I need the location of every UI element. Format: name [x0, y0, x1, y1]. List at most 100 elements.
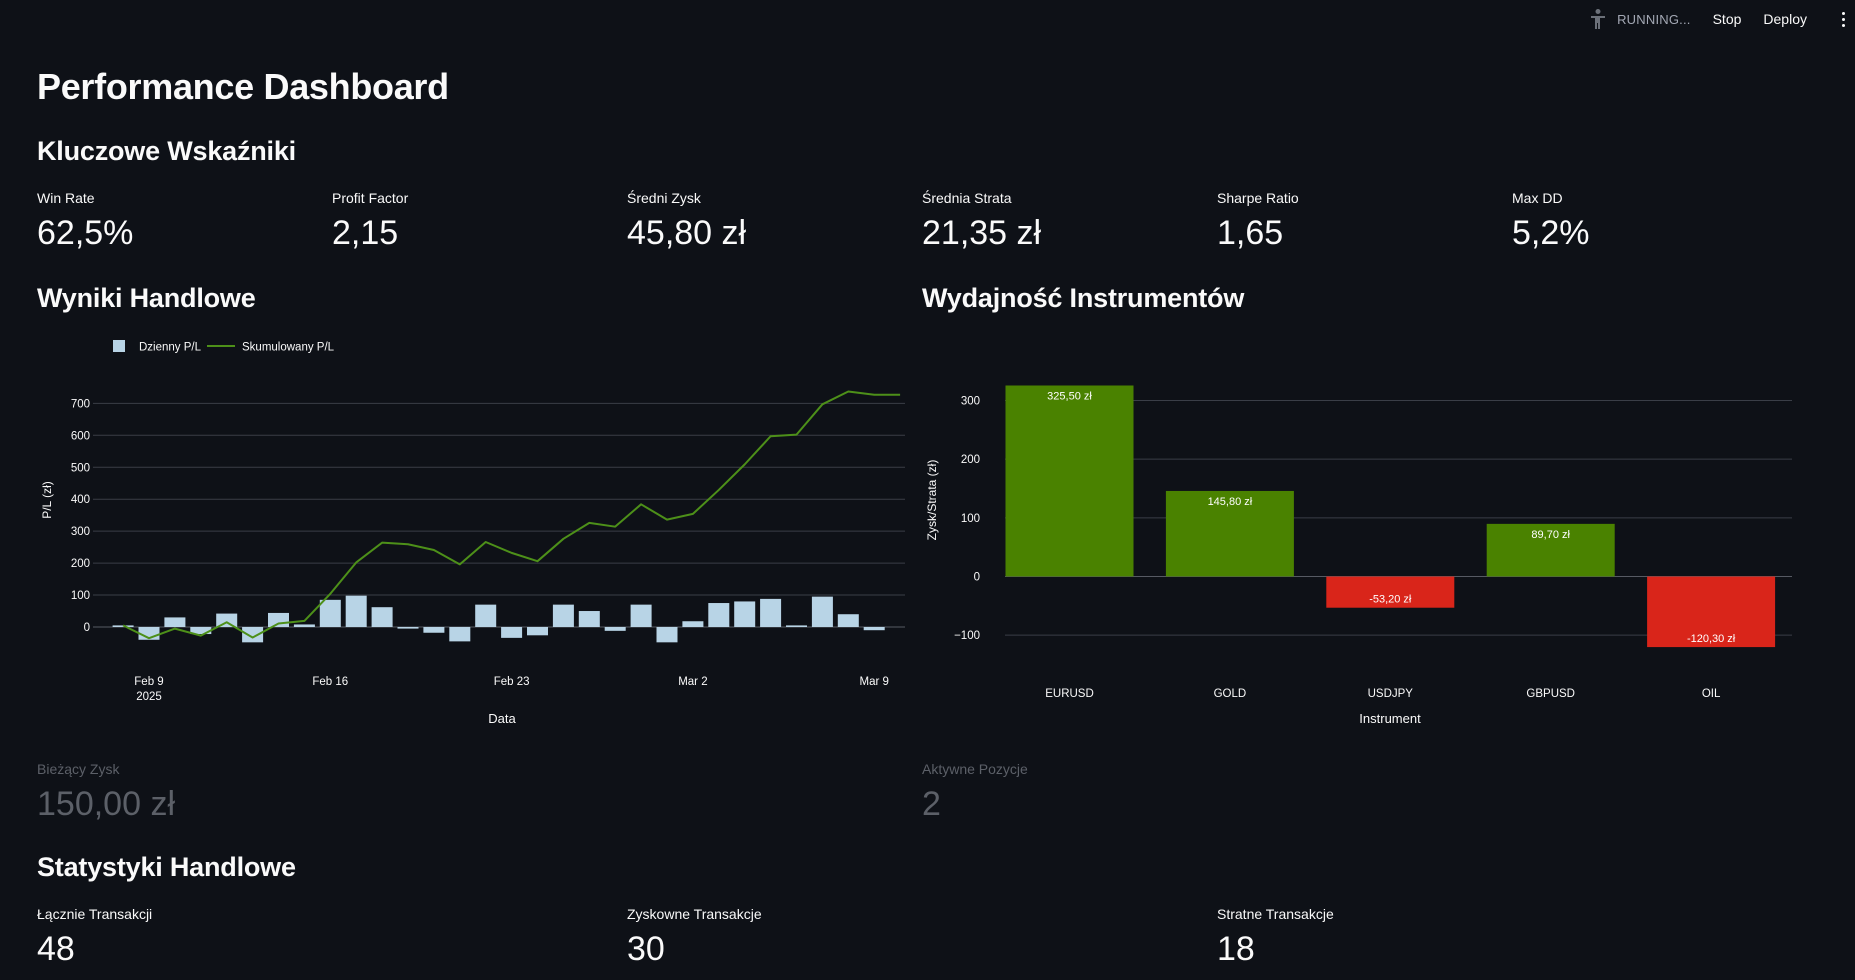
x-tick-label: GBPUSD: [1526, 688, 1575, 700]
x-tick-label: Feb 23: [494, 676, 530, 688]
metric-max-dd: Max DD 5,2%: [1512, 189, 1590, 254]
y-tick-label: 0: [84, 622, 90, 634]
running-man-icon: [1591, 9, 1606, 29]
metric-total-trades: Łącznie Transakcji 48: [37, 905, 152, 970]
y-tick-label: 100: [71, 590, 90, 602]
metric-label: Win Rate: [37, 190, 95, 206]
bar-value-label: -120,30 zł: [1687, 633, 1736, 645]
daily-pl-bar[interactable]: [423, 627, 445, 633]
metric-value: 2,15: [332, 214, 399, 252]
running-status-text: RUNNING...: [1617, 11, 1691, 27]
daily-pl-bar[interactable]: [630, 604, 652, 627]
x-tick-sublabel: 2025: [136, 691, 162, 703]
chart-legend[interactable]: Dzienny P/L Skumulowany P/L: [113, 340, 335, 354]
trading-results-heading: Wyniki Handlowe: [37, 283, 256, 313]
y-tick-label: 300: [961, 395, 980, 407]
x-tick-label: Mar 2: [678, 676, 707, 688]
daily-pl-bar[interactable]: [527, 627, 548, 636]
daily-pl-bar[interactable]: [656, 627, 678, 643]
x-tick-label: OIL: [1702, 688, 1721, 700]
metric-label: Średni Zysk: [627, 190, 701, 206]
metric-value: 2: [922, 785, 941, 823]
metric-label: Łącznie Transakcji: [37, 906, 153, 922]
metric-avg-profit: Średni Zysk 45,80 zł: [627, 189, 746, 254]
daily-pl-bar[interactable]: [552, 604, 574, 627]
daily-pl-bar[interactable]: [164, 617, 186, 627]
daily-pl-bar[interactable]: [397, 627, 419, 629]
daily-pl-bar[interactable]: [811, 596, 833, 627]
bar-value-label: -53,20 zł: [1369, 594, 1412, 606]
daily-pl-bar[interactable]: [449, 627, 471, 642]
y-tick-label: 100: [961, 513, 980, 525]
trade-stats-heading: Statystyki Handlowe: [37, 852, 296, 882]
legend-label-cumulative[interactable]: Skumulowany P/L: [242, 342, 335, 354]
metric-sharpe-ratio: Sharpe Ratio 1,65: [1217, 189, 1299, 254]
legend-swatch-daily: [113, 340, 125, 352]
y-axis-title: Zysk/Strata (zł): [925, 460, 939, 541]
stop-button[interactable]: Stop: [1713, 11, 1742, 27]
y-tick-label: 0: [974, 572, 980, 584]
page-title: Performance Dashboard: [37, 66, 449, 107]
daily-pl-bar[interactable]: [682, 621, 704, 627]
metric-label: Sharpe Ratio: [1217, 190, 1299, 206]
cumulative-pl-line[interactable]: [122, 390, 901, 640]
bar-value-label: 145,80 zł: [1208, 496, 1253, 508]
metric-value: 5,2%: [1512, 214, 1590, 252]
metric-value: 21,35 zł: [922, 214, 1042, 252]
deploy-button[interactable]: Deploy: [1763, 11, 1807, 27]
y-tick-label: 200: [961, 454, 980, 466]
instrument-bar[interactable]: [1005, 385, 1134, 577]
metric-current-profit: Bieżący Zysk 150,00 zł: [37, 760, 175, 825]
bar-value-label: 325,50 zł: [1047, 390, 1092, 402]
metric-label: Profit Factor: [332, 190, 409, 206]
y-tick-label: −100: [954, 630, 980, 642]
y-axis-title: P/L (zł): [40, 481, 54, 519]
instrument-perf-chart[interactable]: 325,50 zł 145,80 zł -53,20 zł 89,70 zł -120,…: [920, 330, 1820, 730]
y-tick-label: 700: [71, 398, 90, 410]
y-tick-label: 200: [71, 558, 90, 570]
daily-pl-bar[interactable]: [501, 627, 523, 638]
daily-pl-bar[interactable]: [786, 625, 807, 627]
daily-pl-bar[interactable]: [604, 627, 626, 631]
metric-value: 30: [627, 930, 665, 968]
daily-pl-bar[interactable]: [734, 601, 756, 627]
daily-pl-bar[interactable]: [837, 614, 859, 627]
metric-avg-loss: Średnia Strata 21,35 zł: [922, 189, 1041, 254]
metric-label: Zyskowne Transakcje: [627, 906, 762, 922]
metric-label: Max DD: [1512, 190, 1563, 206]
y-tick-label: 500: [71, 462, 90, 474]
daily-pl-bar[interactable]: [578, 611, 600, 627]
daily-pl-bar[interactable]: [319, 599, 341, 627]
x-tick-label: Mar 9: [859, 676, 888, 688]
daily-pl-bar[interactable]: [760, 598, 782, 627]
key-metrics-heading: Kluczowe Wskaźniki: [37, 136, 296, 166]
trading-results-chart[interactable]: 0 100 200 300 400 500 600 700 Feb 9 2025 Feb 16 Fe…: [0, 330, 920, 730]
metric-value: 62,5%: [37, 214, 134, 252]
daily-pl-bar[interactable]: [345, 595, 367, 627]
x-tick-label: GOLD: [1214, 688, 1247, 700]
x-tick-label: Feb 9: [134, 676, 163, 688]
x-axis-title: Instrument: [1359, 711, 1421, 726]
metric-label: Stratne Transakcje: [1217, 906, 1334, 922]
metric-label: Aktywne Pozycje: [922, 761, 1028, 777]
legend-label-daily[interactable]: Dzienny P/L: [139, 342, 202, 354]
daily-pl-bar[interactable]: [371, 607, 393, 627]
metric-value: 48: [37, 930, 75, 968]
metric-label: Bieżący Zysk: [37, 761, 120, 777]
kebab-menu-icon[interactable]: [1829, 11, 1845, 27]
bar-value-label: 89,70 zł: [1531, 529, 1570, 541]
instrument-perf-heading: Wydajność Instrumentów: [922, 283, 1245, 313]
metric-value: 1,65: [1217, 214, 1284, 252]
daily-pl-bar[interactable]: [293, 624, 315, 627]
y-tick-label: 400: [71, 494, 90, 506]
daily-pl-bar[interactable]: [708, 603, 730, 627]
running-indicator: RUNNING...: [1587, 8, 1691, 30]
x-axis-title: Data: [488, 711, 516, 726]
metric-losing-trades: Stratne Transakcje 18: [1217, 905, 1334, 970]
daily-pl-bar[interactable]: [268, 612, 289, 627]
x-tick-label: Feb 16: [312, 676, 348, 688]
daily-pl-bar[interactable]: [475, 604, 497, 627]
y-tick-label: 300: [71, 526, 90, 538]
metric-value: 150,00 zł: [37, 785, 175, 823]
daily-pl-bar[interactable]: [863, 627, 885, 631]
